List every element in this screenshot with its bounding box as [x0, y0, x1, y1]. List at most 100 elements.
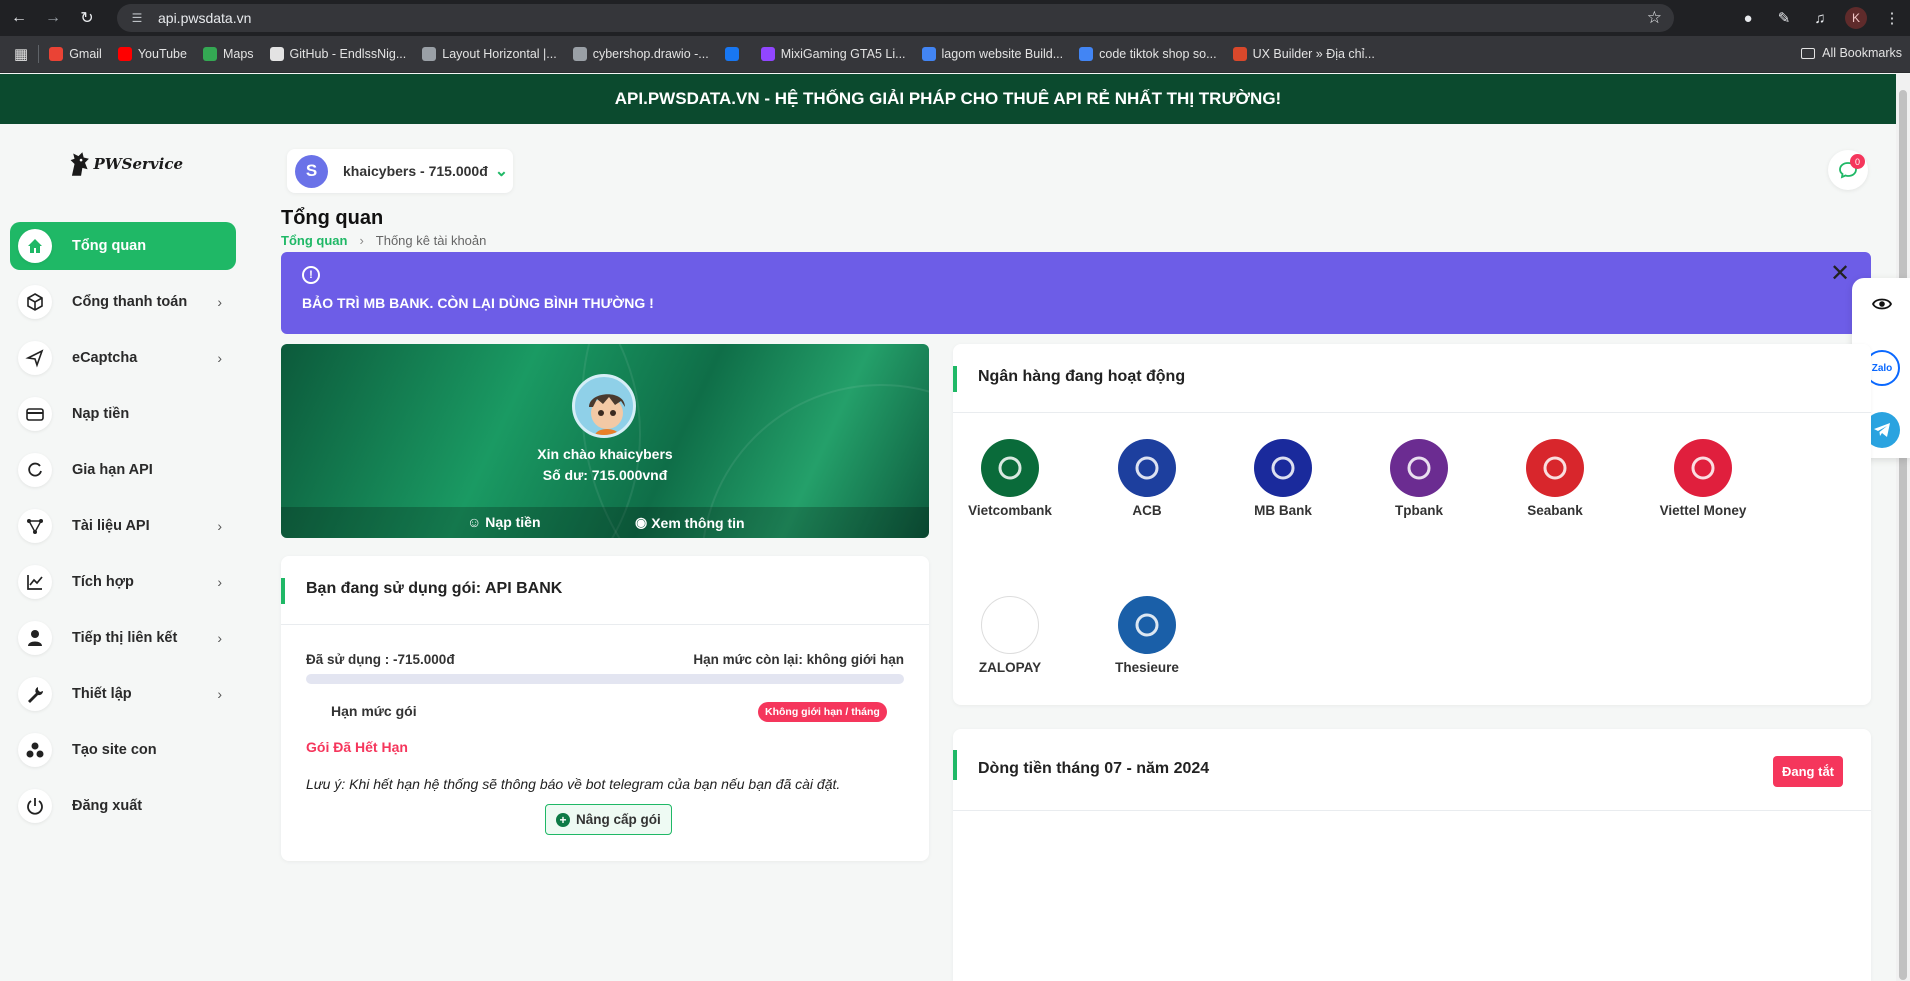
bookmark-item[interactable]: lagom website Build... [921, 47, 1063, 61]
sidebar-item[interactable]: Tài liệu API › [10, 502, 236, 550]
bookmark-item[interactable]: MixiGaming GTA5 Li... [760, 47, 906, 61]
plus-icon: + [556, 812, 570, 827]
sidebar-item[interactable]: Thiết lập › [10, 670, 236, 718]
forward-icon[interactable]: → [38, 3, 68, 33]
bank-item[interactable]: Tpbank [1359, 439, 1479, 518]
sidebar-item[interactable]: Cổng thanh toán › [10, 278, 236, 326]
send-icon [18, 341, 52, 375]
sidebar-item[interactable]: Tạo site con [10, 726, 236, 774]
bookmark-star-icon[interactable]: ☆ [1647, 8, 1662, 28]
sidebar-item[interactable]: Tổng quan [10, 222, 236, 270]
info-icon: ! [302, 266, 320, 284]
profile-avatar[interactable]: K [1845, 7, 1867, 29]
bank-item[interactable]: ACB [1087, 439, 1207, 518]
bank-logo [1118, 596, 1176, 654]
bookmark-favicon-icon [117, 47, 132, 61]
chevron-down-icon: ⌄ [494, 163, 509, 180]
all-bookmarks[interactable]: All Bookmarks [1801, 46, 1902, 60]
bookmark-item[interactable] [724, 47, 745, 61]
user-account-dropdown[interactable]: S khaicybers - 715.000đ ⌄ [287, 149, 513, 193]
bookmark-item[interactable]: cybershop.drawio -... [572, 47, 709, 61]
bookmark-favicon-icon [1232, 47, 1247, 61]
incognito-icon[interactable]: ● [1730, 10, 1766, 27]
horse-logo-icon [70, 152, 89, 176]
sidebar-item[interactable]: Tiếp thị liên kết › [10, 614, 236, 662]
bank-item[interactable]: Viettel Money [1643, 439, 1763, 518]
bookmark-item[interactable]: Maps [202, 47, 254, 61]
media-icon[interactable]: ♫ [1802, 10, 1838, 27]
reload-icon[interactable]: ↻ [72, 3, 102, 33]
sidebar-menu: Tổng quan Cổng thanh toán › eCaptcha › Nạp ti… [10, 222, 236, 838]
sidebar-item-label: Tài liệu API [72, 518, 150, 534]
bank-logo [1254, 439, 1312, 497]
eye-icon[interactable] [1864, 286, 1900, 322]
bookmark-item[interactable]: YouTube [117, 47, 187, 61]
menu-dots-icon[interactable]: ⋮ [1874, 9, 1910, 27]
chevron-right-icon: › [217, 686, 222, 702]
breadcrumb-home[interactable]: Tổng quan [281, 233, 347, 248]
cashflow-toggle-button[interactable]: Đang tắt [1773, 756, 1843, 787]
back-icon[interactable]: ← [4, 3, 34, 33]
bank-logo [1526, 439, 1584, 497]
address-bar[interactable]: ☰ api.pwsdata.vn ☆ [117, 4, 1674, 32]
bookmark-item[interactable]: code tiktok shop so... [1079, 47, 1217, 61]
quota-label: Hạn mức gói [331, 703, 417, 719]
logo[interactable]: PWService [68, 140, 183, 188]
sidebar-item-label: Gia hạn API [72, 462, 153, 478]
bank-name: Seabank [1527, 503, 1583, 518]
active-banks-card: Ngân hàng đang hoạt động Vietcombank ACB M… [953, 344, 1871, 705]
bank-item[interactable]: Vietcombank [950, 439, 1070, 518]
announcement-bar: API.PWSDATA.VN - HỆ THỐNG GIẢI PHÁP CHO … [0, 74, 1896, 124]
sidebar-item-label: Cổng thanh toán [72, 294, 188, 310]
sidebar-item[interactable]: Tích hợp › [10, 558, 236, 606]
bookmark-item[interactable]: Layout Horizontal |... [422, 47, 557, 61]
bank-item[interactable]: ZALOPAY [950, 596, 1070, 675]
sidebar-item[interactable]: Nạp tiền [10, 390, 236, 438]
sidebar-item[interactable]: Gia hạn API [10, 446, 236, 494]
remaining-limit: Hạn mức còn lại: không giới hạn [693, 652, 904, 667]
site-info-icon[interactable]: ☰ [128, 9, 146, 27]
balance-text: Số dư: 715.000vnđ [542, 467, 668, 483]
extensions-icon[interactable]: ✎ [1766, 9, 1802, 27]
sidebar-item[interactable]: Đăng xuất [10, 782, 236, 830]
upgrade-package-button[interactable]: + Nâng cấp gói [545, 804, 672, 835]
bank-item[interactable]: MB Bank [1223, 439, 1343, 518]
card-icon [18, 397, 52, 431]
bookmark-item[interactable]: GitHub - EndlssNig... [269, 47, 406, 61]
topup-button[interactable]: ☺ Nạp tiền [467, 514, 541, 530]
bookmark-favicon-icon [422, 47, 437, 61]
sidebar-item-label: eCaptcha [72, 350, 138, 366]
bookmarks-bar: ▦ Gmail YouTube Maps GitHub - EndlssNig... L… [0, 36, 1910, 73]
apps-grid-icon[interactable]: ▦ [14, 45, 28, 63]
bookmark-item[interactable]: Gmail [49, 47, 102, 61]
refresh-icon [18, 453, 52, 487]
nodes-icon [18, 509, 52, 543]
bank-name: Vietcombank [968, 503, 1052, 518]
close-icon[interactable]: ✕ [1830, 262, 1850, 286]
page-scrollbar[interactable] [1896, 74, 1910, 981]
sidebar-item[interactable]: eCaptcha › [10, 334, 236, 382]
logo-text: PWService [93, 155, 184, 173]
browser-toolbar: ← → ↻ ☰ api.pwsdata.vn ☆ ● ✎ ♫ K ⋮ [0, 0, 1910, 36]
bank-name: ZALOPAY [978, 660, 1042, 675]
notification-badge: 0 [1850, 154, 1865, 169]
view-info-button[interactable]: ◉ Xem thông tin [635, 514, 745, 531]
package-title: Bạn đang sử dụng gói: API BANK [306, 580, 563, 597]
maintenance-alert: ! BẢO TRÌ MB BANK. CÒN LẠI DÙNG BÌNH THƯ… [281, 252, 1871, 334]
cashflow-card: Dòng tiền tháng 07 - năm 2024 Đang tắt [953, 729, 1871, 981]
folder-icon [1801, 47, 1816, 59]
bookmark-item[interactable]: UX Builder » Địa chỉ... [1232, 47, 1375, 61]
bank-item[interactable]: Thesieure [1087, 596, 1207, 675]
active-banks-title: Ngân hàng đang hoạt động [978, 368, 1186, 385]
chevron-right-icon: › [217, 350, 222, 366]
chevron-right-icon: › [217, 294, 222, 310]
user-icon: ☺ [467, 514, 482, 530]
scrollbar-thumb[interactable] [1899, 90, 1907, 980]
bank-name: Thesieure [1115, 660, 1179, 675]
bookmark-favicon-icon [921, 47, 936, 61]
bank-logo [981, 596, 1039, 654]
package-card: Bạn đang sử dụng gói: API BANK Đã sử dụn… [281, 556, 929, 861]
bank-item[interactable]: Seabank [1495, 439, 1615, 518]
expiry-note: Lưu ý: Khi hết hạn hệ thống sẽ thông báo… [306, 776, 841, 792]
bookmark-favicon-icon [1079, 47, 1094, 61]
